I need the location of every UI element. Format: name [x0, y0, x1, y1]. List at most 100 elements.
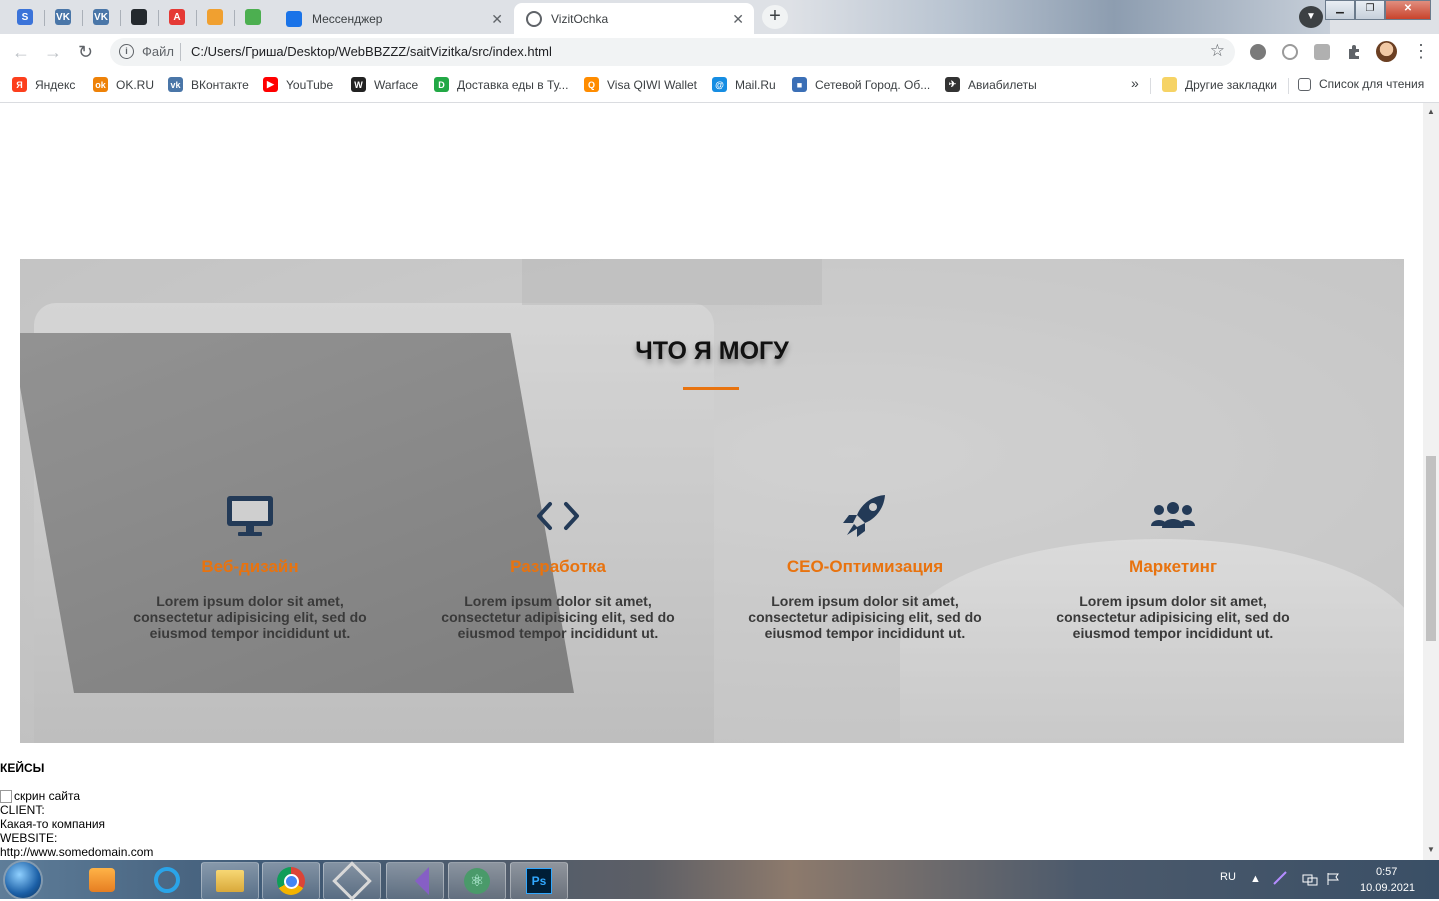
- scroll-up-arrow-icon[interactable]: ▲: [1427, 107, 1435, 116]
- address-bar[interactable]: i Файл C:/Users/Гриша/Desktop/WebBBZZZ/s…: [110, 38, 1235, 66]
- maximize-button[interactable]: ❐: [1355, 0, 1385, 20]
- tab-strip: S VK VK A Мессенджер ✕ VizitOchka ✕ + ▼ ▁ ❐…: [0, 0, 1439, 34]
- tab-title: VizitOchka: [551, 11, 609, 26]
- bookmark-item[interactable]: ✈ Авиабилеты: [945, 77, 1037, 92]
- bookmarks-more-button[interactable]: »: [1131, 75, 1139, 91]
- atom-icon[interactable]: ⚛: [448, 862, 506, 900]
- netcity-icon: ■: [792, 77, 807, 92]
- file-explorer-icon[interactable]: [201, 862, 259, 900]
- pinned-tab[interactable]: S: [6, 3, 44, 31]
- window-controls: ▁ ❐ ✕: [1325, 0, 1431, 20]
- page-scrollbar[interactable]: ▲ ▼: [1423, 103, 1439, 860]
- bookmark-item[interactable]: ▶ YouTube: [263, 77, 333, 92]
- new-tab-button[interactable]: +: [762, 5, 788, 29]
- bookmark-label: ВКонтакте: [191, 77, 249, 92]
- minimize-button[interactable]: ▁: [1325, 0, 1355, 20]
- visual-studio-icon[interactable]: [386, 862, 444, 900]
- browser-menu-button[interactable]: ⋮: [1412, 41, 1430, 62]
- cases-title: КЕЙСЫ: [0, 761, 45, 775]
- website-label: WEBSITE:: [0, 831, 58, 845]
- other-bookmarks-folder[interactable]: Другие закладки: [1162, 77, 1277, 92]
- reading-list-button[interactable]: Список для чтения: [1298, 77, 1424, 91]
- internet-explorer-icon[interactable]: [139, 862, 195, 898]
- service-name: Разработка: [510, 557, 606, 576]
- delivery-icon: D: [434, 77, 449, 92]
- url-text[interactable]: C:/Users/Гриша/Desktop/WebBBZZZ/saitVizi…: [191, 44, 552, 59]
- bookmark-item[interactable]: Я Яндекс: [12, 77, 75, 92]
- show-hidden-icons-icon[interactable]: ▲: [1250, 873, 1261, 885]
- vk-icon: vk: [168, 77, 183, 92]
- divider: [180, 43, 181, 61]
- tab-messenger[interactable]: Мессенджер ✕: [275, 3, 513, 34]
- service-card-development: Разработка Lorem ipsum dolor sit amet, c…: [438, 491, 678, 641]
- close-window-button[interactable]: ✕: [1385, 0, 1431, 20]
- language-indicator[interactable]: RU: [1220, 871, 1236, 883]
- bookmark-label: Авиабилеты: [968, 77, 1037, 92]
- service-description: Lorem ipsum dolor sit amet, consectetur …: [133, 593, 367, 641]
- service-description: Lorem ipsum dolor sit amet, consectetur …: [748, 593, 982, 641]
- users-icon: [1053, 491, 1293, 541]
- pinned-tab[interactable]: VK: [44, 3, 82, 31]
- bookmark-label: Visa QIWI Wallet: [607, 77, 698, 92]
- folder-label: Другие закладки: [1185, 77, 1277, 92]
- scroll-down-arrow-icon[interactable]: ▼: [1427, 845, 1435, 854]
- mailru-icon: @: [712, 77, 727, 92]
- service-name: СЕО-Оптимизация: [786, 557, 944, 576]
- scheme-label: Файл: [142, 44, 174, 59]
- services-title: ЧТО Я МОГУ: [635, 337, 789, 365]
- action-center-flag-icon[interactable]: [1326, 872, 1340, 889]
- extension-shield-icon[interactable]: [1314, 44, 1330, 60]
- back-button[interactable]: ←: [12, 42, 30, 63]
- extension-circle-icon[interactable]: [1250, 44, 1266, 60]
- website-value: http://www.somedomain.com: [0, 845, 154, 859]
- bookmark-item[interactable]: D Доставка еды в Ту...: [434, 77, 568, 92]
- network-icon[interactable]: [1302, 872, 1318, 889]
- clock-date[interactable]: 10.09.2021: [1360, 882, 1415, 894]
- pinned-tabs: S VK VK A: [6, 3, 272, 31]
- a-icon: A: [169, 9, 185, 25]
- pinned-tab[interactable]: [120, 3, 158, 31]
- browser-toolbar: ← → ↻ i Файл C:/Users/Гриша/Desktop/WebB…: [0, 34, 1439, 70]
- clock-time[interactable]: 0:57: [1376, 866, 1397, 878]
- tab-vizitochka[interactable]: VizitOchka ✕: [514, 3, 754, 34]
- pen-icon[interactable]: [1272, 870, 1288, 889]
- pinned-tab[interactable]: [196, 3, 234, 31]
- folder-icon: [1162, 77, 1177, 92]
- vk-icon: VK: [93, 9, 109, 25]
- service-description: Lorem ipsum dolor sit amet, consectetur …: [441, 593, 675, 641]
- photoshop-icon[interactable]: Ps: [510, 862, 568, 900]
- pinned-tab[interactable]: [234, 3, 272, 31]
- chrome-icon[interactable]: [262, 862, 320, 900]
- bookmark-item[interactable]: ok OK.RU: [93, 77, 154, 92]
- client-label: CLIENT:: [0, 803, 45, 817]
- pinned-tab[interactable]: VK: [82, 3, 120, 31]
- media-player-icon[interactable]: [74, 862, 130, 898]
- reload-button[interactable]: ↻: [78, 42, 93, 63]
- extension-target-icon[interactable]: [1282, 44, 1298, 60]
- warface-icon: W: [351, 77, 366, 92]
- bookmark-item[interactable]: ■ Сетевой Город. Об...: [792, 77, 930, 92]
- bookmark-star-icon[interactable]: ☆: [1210, 41, 1225, 61]
- vk-icon: VK: [55, 9, 71, 25]
- scrollbar-thumb[interactable]: [1426, 456, 1436, 641]
- bookmark-item[interactable]: @ Mail.Ru: [712, 77, 776, 92]
- tab-search-button[interactable]: ▼: [1299, 6, 1323, 28]
- windows-taskbar: ⚛ Ps RU ▲ 0:57 10.09.2021: [0, 860, 1439, 901]
- virtualbox-icon[interactable]: [323, 861, 381, 901]
- page-viewport: ЧТО Я МОГУ Веб-дизайн Lorem ipsum dolor …: [0, 103, 1423, 860]
- extensions-puzzle-icon[interactable]: [1346, 44, 1362, 60]
- chat-icon: [286, 10, 302, 27]
- globe-icon: [526, 10, 542, 27]
- forward-button[interactable]: →: [44, 42, 62, 63]
- close-icon[interactable]: ✕: [491, 11, 503, 28]
- bookmark-item[interactable]: Q Visa QIWI Wallet: [584, 77, 697, 92]
- start-button[interactable]: [5, 862, 41, 898]
- close-icon[interactable]: ✕: [732, 11, 744, 28]
- site-info-icon[interactable]: i: [119, 44, 134, 59]
- bookmark-item[interactable]: vk ВКонтакте: [168, 77, 249, 92]
- pinned-tab[interactable]: A: [158, 3, 196, 31]
- case-screenshot-image: скрин сайта: [0, 789, 153, 803]
- bookmark-item[interactable]: W Warface: [351, 77, 418, 92]
- profile-avatar[interactable]: [1376, 41, 1397, 62]
- title-underline: [683, 387, 739, 390]
